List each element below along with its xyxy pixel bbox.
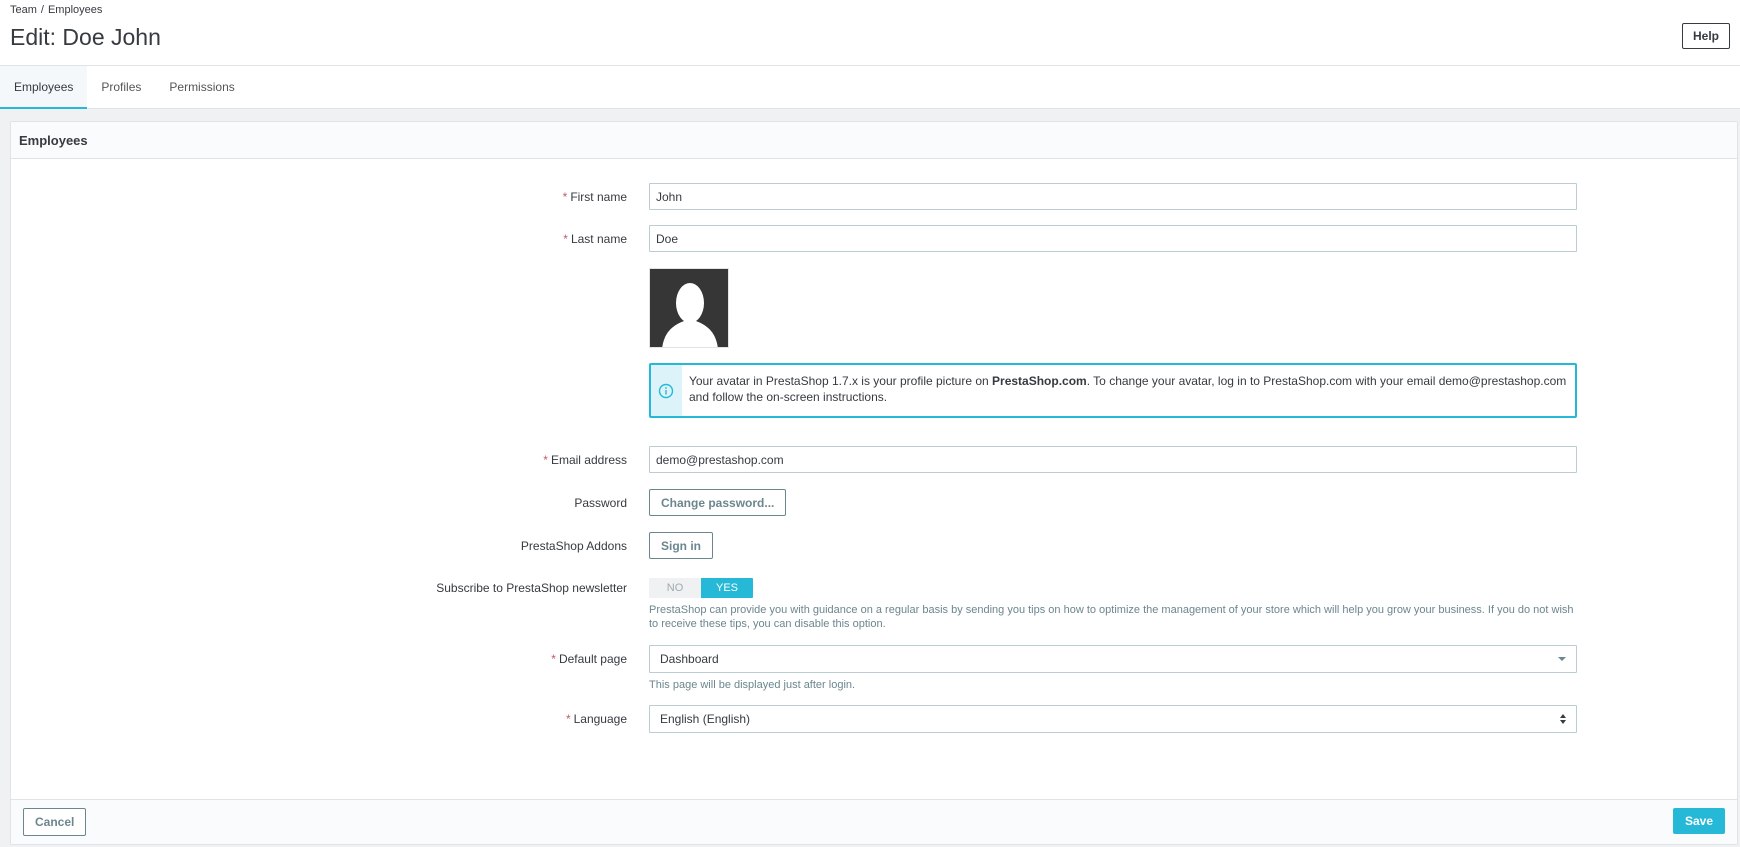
user-silhouette-icon [650,269,728,347]
chevron-down-icon [1558,657,1566,661]
password-label: Password [574,496,627,510]
required-marker: * [565,712,571,726]
default-page-select[interactable]: Dashboard [649,645,1577,673]
email-input[interactable]: demo@prestashop.com [649,446,1577,473]
breadcrumb-item-team[interactable]: Team [10,4,37,16]
newsletter-help-text: PrestaShop can provide you with guidance… [649,604,1574,630]
first-name-label: * First name [562,190,627,204]
email-label: * Email address [543,453,627,467]
required-marker: * [543,453,548,467]
newsletter-switch[interactable]: NO YES [649,578,753,598]
help-button[interactable]: Help [1682,23,1730,49]
sort-arrows-icon [1560,714,1566,724]
newsletter-no-option[interactable]: NO [649,578,701,598]
password-control: Change password... [649,489,1577,516]
newsletter-yes-option[interactable]: YES [701,578,753,598]
prestashop-link: PrestaShop.com [992,374,1087,388]
card-title: Employees [11,122,1737,159]
breadcrumb: Team / Employees [10,4,102,16]
avatar [649,268,729,348]
last-name-input[interactable]: Doe [649,225,1577,252]
default-page-control: Dashboard This page will be displayed ju… [649,645,1577,692]
required-marker: * [562,190,568,204]
page-header: Team / Employees Edit: Doe John Help [0,0,1740,66]
tab-employees[interactable]: Employees [0,66,88,109]
language-label: * Language [565,712,627,726]
breadcrumb-item-employees[interactable]: Employees [48,4,102,16]
language-value: English (English) [660,712,751,726]
default-page-value: Dashboard [660,652,719,666]
addons-label: PrestaShop Addons [520,539,627,553]
tab-bar: Employees Profiles Permissions [0,66,1740,109]
cancel-button[interactable]: Cancel [23,808,87,836]
language-select[interactable]: English (English) [649,705,1577,733]
breadcrumb-separator: / [40,4,44,16]
page-title: Edit: Doe John [10,24,161,50]
card-footer: Cancel Save [11,799,1737,844]
employee-form-card: Employees * First name John * Last name Do… [10,121,1738,845]
default-page-label: * Default page [551,652,627,666]
required-marker: * [563,232,568,246]
avatar-info-alert: Your avatar in PrestaShop 1.7.x is your … [649,363,1577,418]
avatar-container [649,268,729,348]
save-button[interactable]: Save [1672,808,1725,834]
newsletter-control: NO YES PrestaShop can provide you with g… [649,578,1577,631]
newsletter-label: Subscribe to PrestaShop newsletter [436,581,627,595]
first-name-input[interactable]: John [649,183,1577,210]
default-page-help-text: This page will be displayed just after l… [649,679,856,691]
addons-control: Sign in [649,532,1577,559]
info-icon [659,383,674,398]
tab-profiles[interactable]: Profiles [87,66,155,109]
avatar-info-text: Your avatar in PrestaShop 1.7.x is your … [688,374,1567,404]
info-icon-container [651,365,682,416]
change-password-button[interactable]: Change password... [649,489,787,516]
tab-permissions[interactable]: Permissions [155,66,248,109]
required-marker: * [551,652,556,666]
last-name-label: * Last name [563,232,627,246]
addons-sign-in-button[interactable]: Sign in [649,532,713,559]
language-control: English (English) [649,705,1577,733]
